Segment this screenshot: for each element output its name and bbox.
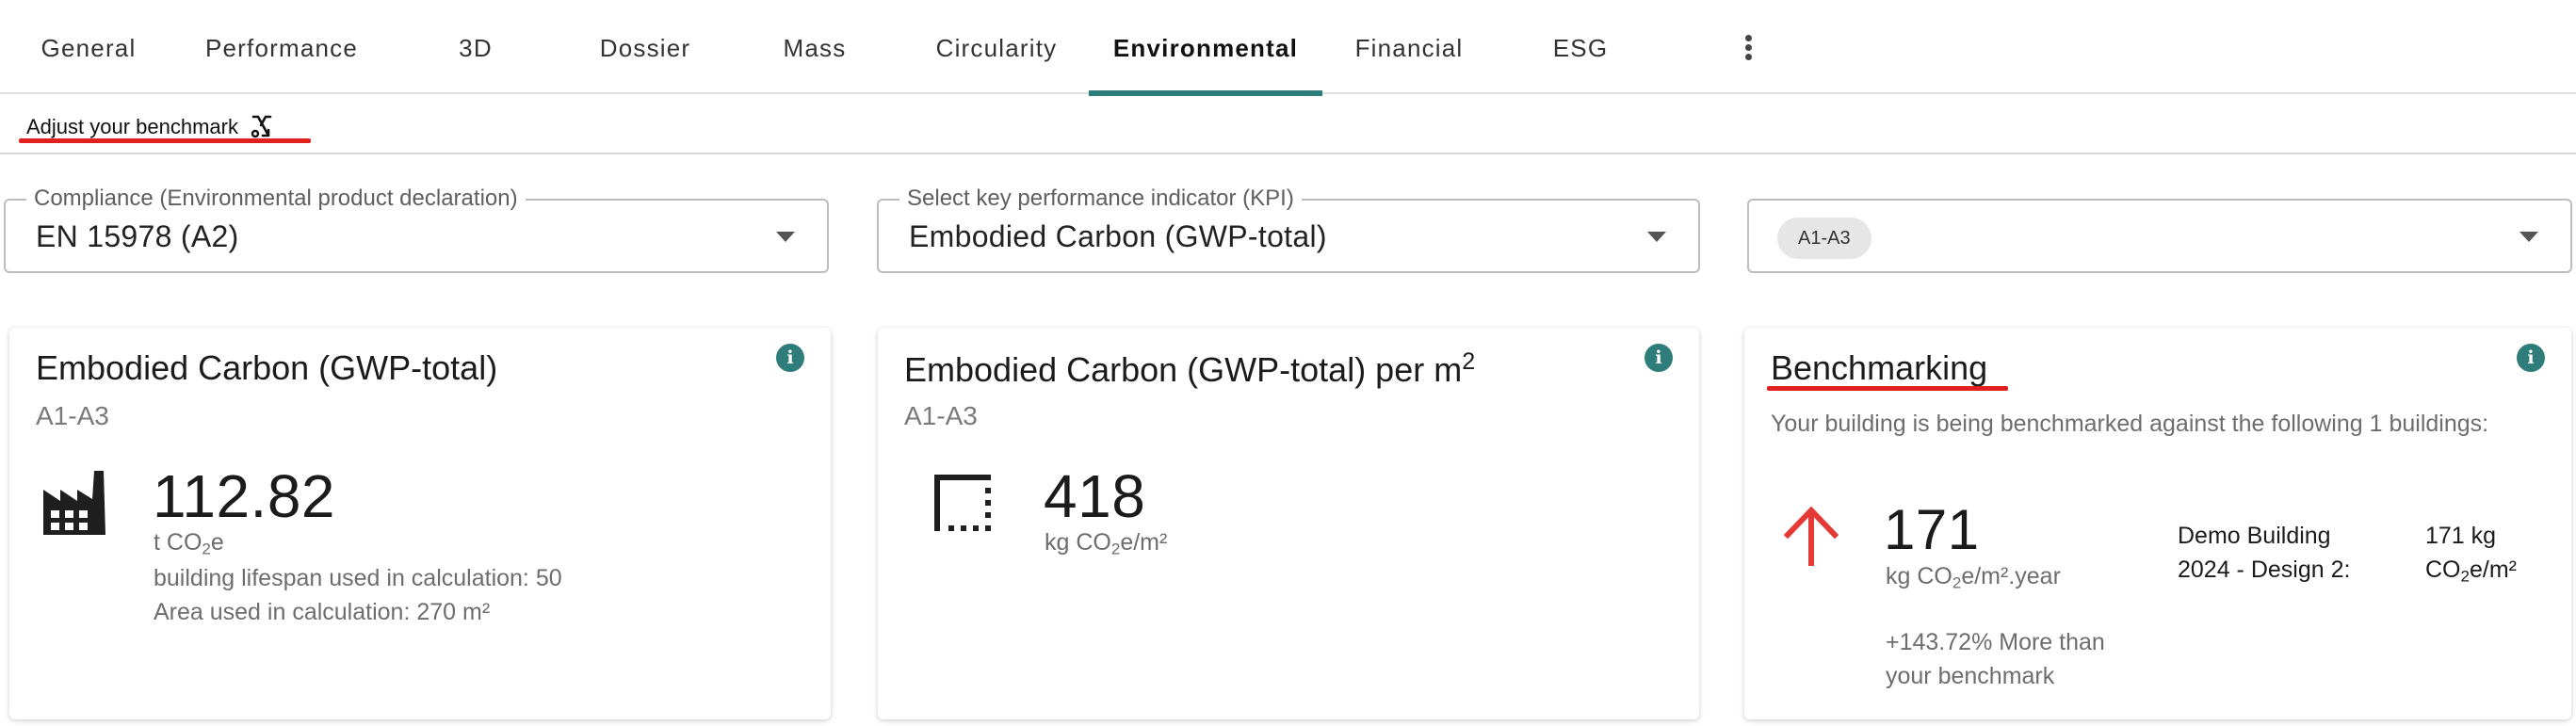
chevron-down-icon	[1647, 232, 1666, 242]
area-text: Area used in calculation: 270 m²	[154, 599, 491, 625]
more-options-icon[interactable]	[1729, 28, 1767, 66]
total-value: 112.82	[153, 462, 335, 530]
adjust-benchmark-label: Adjust your benchmark	[26, 115, 238, 138]
arrow-up-icon	[1783, 506, 1839, 566]
benchmark-value: 171	[1884, 498, 1980, 561]
card-subtitle: A1-A3	[36, 401, 109, 430]
comparison-building-value: 171 kg CO2e/m²	[2425, 523, 2517, 586]
embodied-carbon-card: i Embodied Carbon (GWP-total) A1-A3 112.…	[9, 328, 831, 719]
floor-area-icon	[934, 475, 991, 531]
tab-financial[interactable]: Financial	[1322, 0, 1496, 94]
benchmark-description: Your building is being benchmarked again…	[1771, 411, 2489, 437]
compare-arrows-icon	[251, 115, 272, 138]
info-icon[interactable]: i	[2517, 344, 2545, 372]
tab-general[interactable]: General	[0, 0, 177, 94]
card-title: Embodied Carbon (GWP-total) per m2	[904, 348, 1476, 389]
tab-3d[interactable]: 3D	[386, 0, 565, 94]
chevron-down-icon	[776, 232, 795, 242]
card-title: Benchmarking	[1771, 348, 1988, 387]
tab-circularity[interactable]: Circularity	[904, 0, 1089, 94]
card-title: Embodied Carbon (GWP-total)	[36, 348, 498, 387]
benchmark-difference: +143.72% More than your benchmark	[1886, 629, 2105, 689]
compliance-label: Compliance (Environmental product declar…	[26, 186, 526, 212]
benchmark-unit: kg CO2e/m².year	[1886, 563, 2061, 592]
chevron-down-icon	[2519, 232, 2538, 242]
embodied-carbon-per-m2-card: i Embodied Carbon (GWP-total) per m2 A1-…	[878, 328, 1699, 719]
benchmarking-highlight	[1767, 386, 2008, 391]
tab-esg[interactable]: ESG	[1496, 0, 1665, 94]
compliance-select[interactable]: Compliance (Environmental product declar…	[4, 186, 829, 273]
tab-performance[interactable]: Performance	[177, 0, 386, 94]
per-m2-unit: kg CO2e/m²	[1045, 529, 1168, 558]
stage-chip[interactable]: A1-A3	[1777, 218, 1871, 259]
adjust-benchmark-link[interactable]: Adjust your benchmark	[26, 113, 276, 141]
benchmark-bar: Adjust your benchmark	[0, 96, 2576, 154]
total-unit: t CO2e	[154, 529, 224, 558]
stages-select[interactable]: A1-A3	[1747, 199, 2572, 273]
tab-bar: General Performance 3D Dossier Mass Circ…	[0, 0, 2576, 96]
per-m2-value: 418	[1044, 462, 1146, 530]
info-icon[interactable]: i	[1644, 344, 1673, 372]
info-icon[interactable]: i	[776, 344, 804, 372]
adjust-benchmark-highlight	[19, 138, 311, 143]
lifespan-text: building lifespan used in calculation: 5…	[154, 565, 562, 591]
tab-mass[interactable]: Mass	[725, 0, 904, 94]
kpi-value: Embodied Carbon (GWP-total)	[909, 219, 1327, 253]
tab-environmental[interactable]: Environmental	[1089, 0, 1322, 96]
kpi-select[interactable]: Select key performance indicator (KPI) E…	[877, 186, 1700, 273]
card-subtitle: A1-A3	[904, 401, 978, 430]
kpi-label: Select key performance indicator (KPI)	[899, 186, 1302, 212]
comparison-building-name: Demo Building 2024 - Design 2:	[2178, 523, 2351, 583]
compliance-value: EN 15978 (A2)	[36, 219, 239, 253]
factory-icon	[43, 471, 105, 535]
tab-dossier[interactable]: Dossier	[565, 0, 725, 94]
